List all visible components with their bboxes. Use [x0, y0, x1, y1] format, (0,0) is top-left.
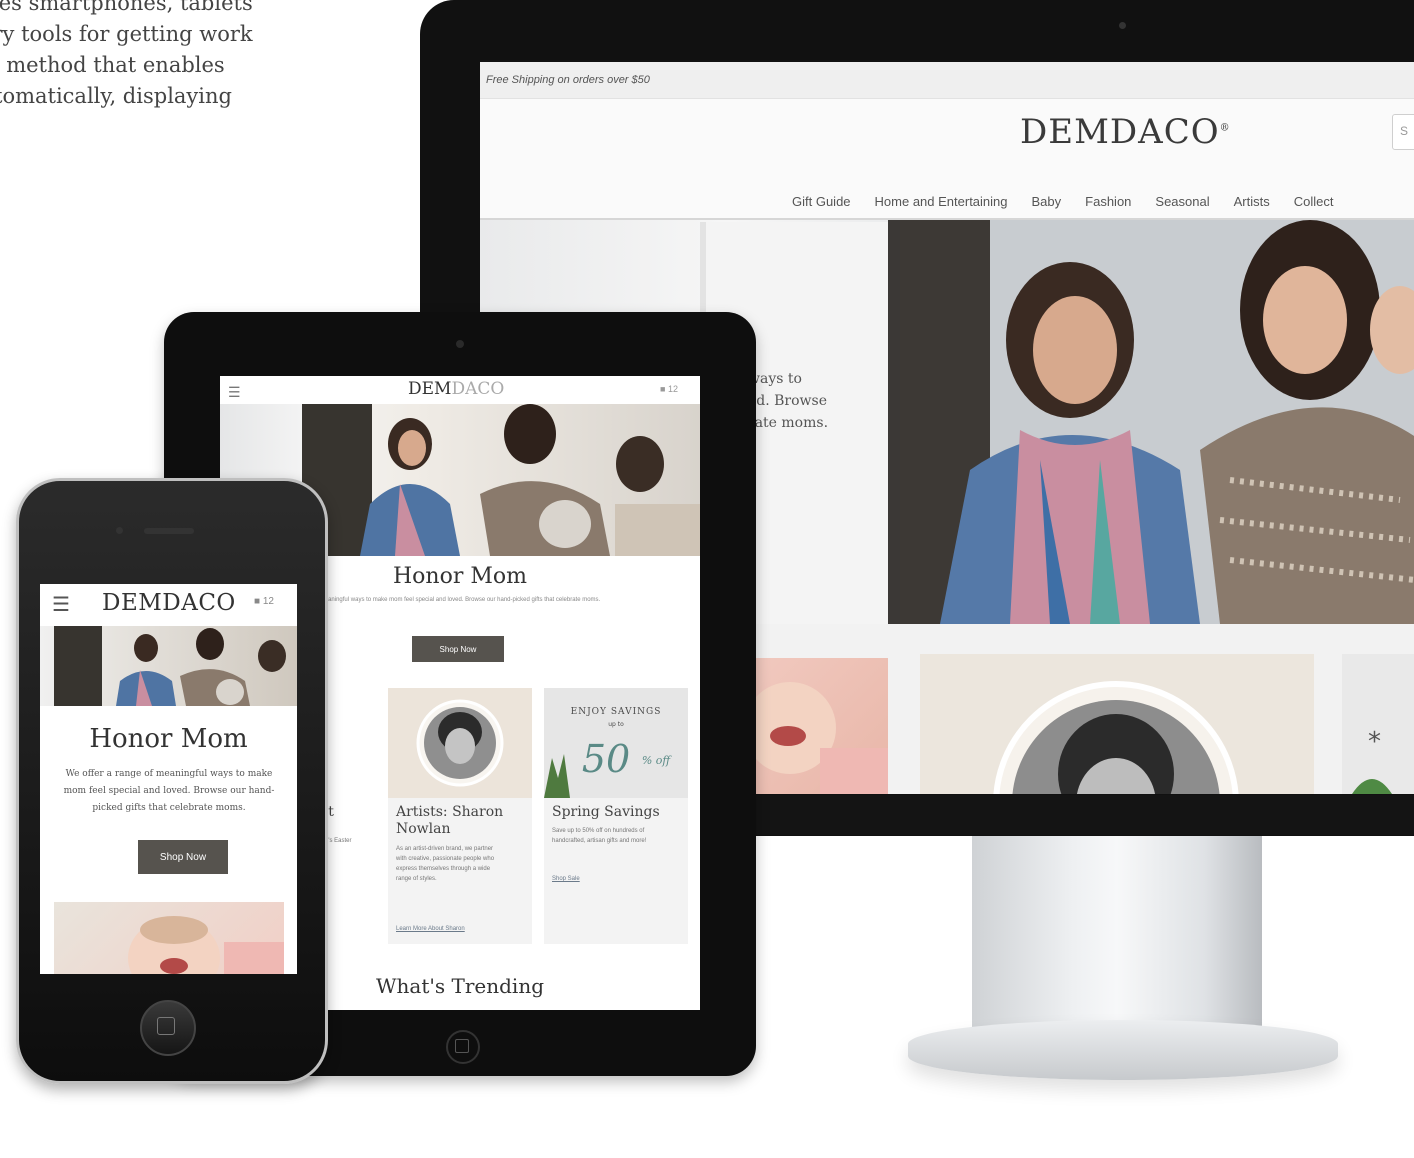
page-subtitle: We offer a range of meaningful ways to m… — [63, 769, 275, 813]
page-subtitle: meaningful ways to make mom feel special… — [319, 597, 601, 603]
learn-more-link[interactable]: Learn More About Sharon — [396, 926, 465, 932]
shop-now-button[interactable]: Shop Now — [138, 840, 228, 874]
shop-sale-link[interactable]: Shop Sale — [552, 876, 580, 882]
search-placeholder: S — [1400, 124, 1409, 138]
phone-speaker — [144, 528, 194, 534]
tablet-camera — [456, 340, 464, 348]
nav-item-seasonal[interactable]: Seasonal — [1155, 194, 1209, 209]
logo-text: DEMDACO — [102, 590, 236, 616]
hero-illustration — [54, 626, 286, 706]
monitor-stand — [972, 836, 1262, 1036]
nav-item-artists[interactable]: Artists — [1234, 194, 1270, 209]
sale-badge-top: ENJOY SAVINGS — [571, 707, 662, 717]
monitor-base — [908, 1020, 1338, 1080]
hero-photo[interactable] — [900, 220, 1414, 624]
nav-item-fashion[interactable]: Fashion — [1085, 194, 1131, 209]
intro-line: y. — [0, 112, 330, 143]
intro-line: ies smartphones, tablets — [0, 0, 253, 15]
nav-item-baby[interactable]: Baby — [1032, 194, 1062, 209]
page-title: Honor Mom — [89, 724, 248, 754]
intro-line: tomatically, displaying — [0, 84, 232, 108]
card-text: Save up to 50% off on hundreds of handcr… — [552, 828, 647, 844]
tile-sale-graphic[interactable]: * — [1342, 654, 1414, 794]
shop-now-button[interactable]: Shop Now — [412, 636, 504, 662]
menu-icon[interactable]: ☰ — [52, 592, 70, 617]
hero-photo-illustration — [900, 220, 1414, 624]
cart-icon: ■ — [660, 384, 666, 394]
tablet-home-icon — [455, 1039, 469, 1053]
card-artist-image — [388, 688, 532, 798]
phone-home-icon — [157, 1017, 175, 1035]
logo-text-dark: DEM — [408, 379, 452, 399]
site-logo[interactable]: DEMDACO — [408, 379, 504, 399]
monitor-camera — [1119, 22, 1126, 29]
phone-camera — [116, 527, 123, 534]
cart-button[interactable]: ■ 12 — [254, 596, 274, 607]
nav-item-home-entertaining[interactable]: Home and Entertaining — [875, 194, 1008, 209]
tile-baby-photo[interactable] — [750, 658, 888, 794]
baby-illustration — [128, 916, 284, 974]
intro-paragraph: ies smartphones, tablets ary tools for g… — [0, 0, 330, 143]
promo-text: Free Shipping on orders over $50 — [486, 74, 650, 86]
hero-copy: ways to ed. Browse rate moms. — [748, 368, 828, 434]
hero-photo[interactable] — [40, 626, 297, 706]
main-nav: Gift Guide Home and Entertaining Baby Fa… — [792, 194, 1334, 209]
hero-copy-line: ed. Browse — [748, 393, 828, 409]
sale-badge-mid: up to — [608, 721, 624, 728]
registered-mark: ® — [1219, 122, 1231, 134]
cart-count: 12 — [667, 384, 678, 394]
tile-artist-photo[interactable] — [920, 654, 1314, 794]
cart-icon: ■ — [254, 596, 261, 607]
card-title: Artists: Sharon Nowlan — [396, 804, 504, 837]
hero-copy-line: rate moms. — [748, 415, 829, 431]
sale-badge: ENJOY SAVINGS up to 50 % off — [544, 707, 673, 798]
search-input[interactable]: S — [1392, 114, 1414, 150]
menu-icon[interactable]: ☰ — [228, 384, 241, 401]
cart-count: 12 — [262, 596, 274, 607]
phone-site: ☰ DEMDACO ■ 12 Honor Mom We offer a rang… — [40, 584, 297, 974]
site-logo[interactable]: DEMDACO® — [1020, 112, 1231, 152]
promo-bar: Free Shipping on orders over $50 — [480, 62, 1414, 99]
cart-button[interactable]: ■ 12 — [660, 384, 678, 394]
card-sale-image: ENJOY SAVINGS up to 50 % off — [544, 688, 688, 798]
sale-badge-value: 50 — [582, 737, 630, 781]
artist-illustration — [993, 681, 1239, 794]
logo-text: DEMDACO — [1020, 112, 1220, 152]
hero-copy-line: ways to — [748, 371, 802, 387]
nav-item-collections[interactable]: Collect — [1294, 194, 1334, 209]
nav-item-gift-guide[interactable]: Gift Guide — [792, 194, 851, 209]
baby-photo[interactable] — [54, 902, 284, 974]
card-text: As an artist-driven brand, we partner wi… — [396, 846, 495, 882]
card-title: Spring Savings — [552, 804, 660, 820]
intro-line: ary tools for getting work — [0, 22, 253, 46]
intro-line: n method that enables — [0, 53, 225, 77]
sale-graphic: * — [1352, 727, 1392, 794]
artist-portrait — [416, 699, 504, 787]
site-logo[interactable]: DEMDACO — [102, 590, 236, 616]
sale-badge-unit: % off — [642, 754, 673, 767]
logo-text-light: DACO — [451, 379, 505, 399]
svg-text:*: * — [1368, 727, 1381, 757]
baby-illustration — [750, 682, 888, 794]
